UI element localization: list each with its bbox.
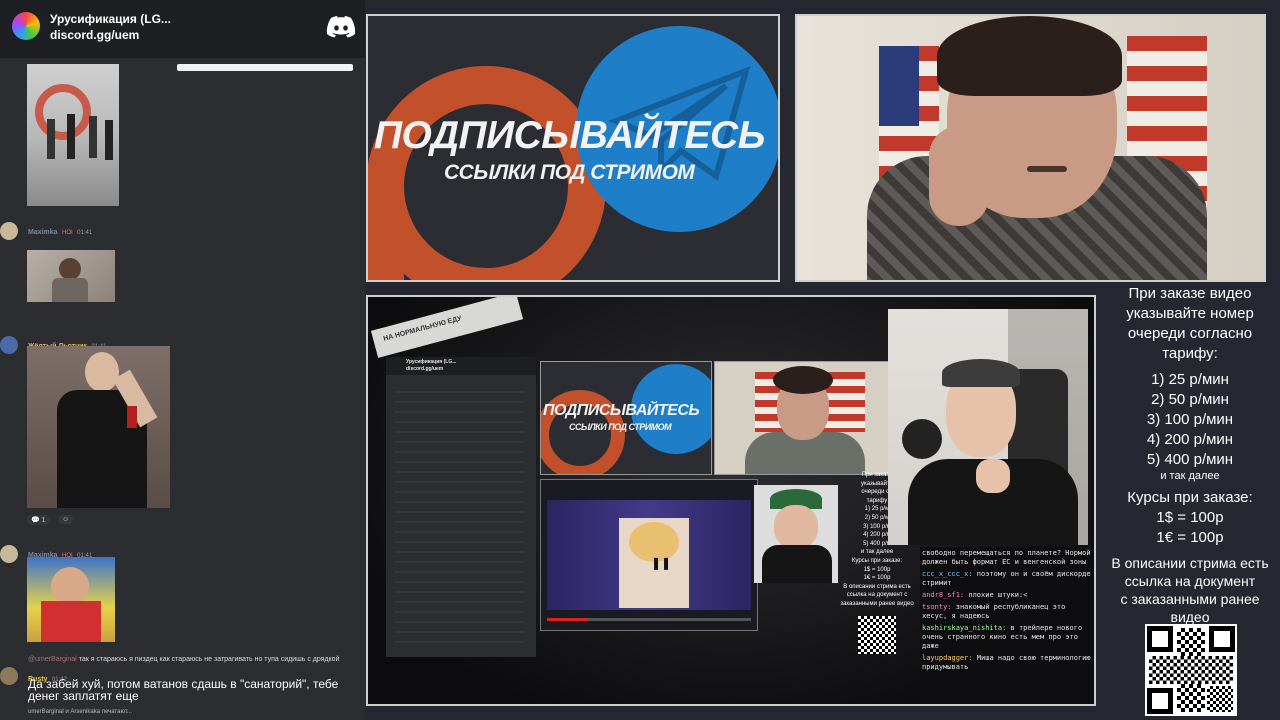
- message-image-dancers[interactable]: [27, 64, 119, 206]
- promo-title: ПОДПИСЫВАЙТЕСЬ: [374, 114, 765, 157]
- stream-chat: свободно перемещаться по планете? Нормой…: [920, 547, 1094, 704]
- tariff-item: 4) 200 р/мин: [1146, 431, 1234, 448]
- tariff-item: 5) 400 р/мин: [1146, 451, 1234, 468]
- desc-line: ссылка на документ: [1124, 573, 1256, 589]
- nested-promo: ПОДПИСЫВАЙТЕСЬ ССЫЛКИ ПОД СТРИМОМ: [540, 361, 712, 475]
- nested-promo-title: ПОДПИСЫВАЙТЕСЬ: [543, 402, 700, 419]
- message-image-man[interactable]: [27, 346, 170, 508]
- discord-panel: Урусификация (LG... discord.gg/uem Maxim…: [0, 0, 365, 720]
- nested-webcam: [714, 361, 890, 475]
- chat-message: andr8_sf1: плохие штуки:<: [922, 591, 1028, 599]
- avatar[interactable]: [0, 336, 18, 354]
- nested-server-link: discord.gg/uem: [406, 366, 444, 372]
- info-line: тарифу:: [1162, 345, 1218, 362]
- server-name: Урусификация (LG...: [50, 12, 171, 26]
- reply-text: так я стараюсь я пиздец как стараюсь не …: [78, 656, 340, 663]
- info-line: При заказе видео: [1128, 285, 1252, 302]
- nested-streamer-cam: [754, 485, 838, 583]
- stream-capture: НА НОРМАЛЬНУЮ ЕДУ Урусификация (LG... di…: [366, 295, 1096, 706]
- promo-banner: ПОДПИСЫВАЙТЕСЬ ССЫЛКИ ПОД СТРИМОМ: [366, 14, 780, 282]
- reply-user: @umerBarginal: [28, 656, 77, 663]
- message-text: Да забей хуй, потом ватанов сдашь в "сан…: [28, 677, 339, 703]
- info-line: очереди согласно: [1127, 325, 1253, 342]
- discord-icon: [326, 16, 356, 38]
- chat-message: tsonty: знакомый республиканец это хесус…: [922, 603, 1066, 620]
- avatar[interactable]: [0, 222, 18, 240]
- reaction-count: 1: [41, 517, 46, 524]
- rates-title: Курсы при заказе:: [1127, 489, 1253, 506]
- pause-icon[interactable]: ❚❚: [651, 556, 671, 570]
- server-header[interactable]: Урусификация (LG... discord.gg/uem: [0, 0, 365, 58]
- chat-message: layupdagger: Миша надо свою терминологию…: [922, 654, 1091, 671]
- tariff-item: 2) 50 р/мин: [1151, 391, 1229, 408]
- reaction-button[interactable]: 💬 1: [27, 515, 50, 525]
- order-info: При заказе видео указывайте номер очеред…: [1100, 284, 1280, 626]
- chat-message: свободно перемещаться по планете? Нормой…: [922, 549, 1091, 566]
- overlay-bar: [177, 64, 353, 71]
- nested-promo-subtitle: ССЫЛКИ ПОД СТРИМОМ: [569, 422, 672, 432]
- nested-discord: Урусификация (LG... discord.gg/uem: [386, 357, 536, 657]
- reply-preview[interactable]: @umerBarginal так я стараюсь я пиздец ка…: [28, 656, 339, 663]
- tariff-etc: и так далее: [1160, 470, 1220, 482]
- message-image-flag[interactable]: [27, 557, 115, 642]
- nested-qr-code: [858, 616, 896, 654]
- nested-server-name: Урусификация (LG...: [406, 359, 457, 365]
- chat-message: ccc_x_ccc_x: поэтому он и своём дискорде…: [922, 570, 1091, 587]
- tariff-item: 1) 25 р/мин: [1151, 371, 1229, 388]
- rate-line: 1€ = 100р: [1156, 529, 1224, 546]
- hair: [937, 16, 1122, 96]
- qr-code[interactable]: [1145, 624, 1237, 716]
- server-avatar: [12, 12, 40, 40]
- chat-message: kashirskaya_nishita: в трейлере нового о…: [922, 624, 1083, 650]
- microphone-icon: [902, 419, 942, 459]
- avatar[interactable]: [0, 667, 18, 685]
- rate-line: 1$ = 100р: [1156, 509, 1224, 526]
- desc-line: с заказанными ранее: [1120, 591, 1260, 607]
- username[interactable]: Maximka: [28, 229, 58, 236]
- webcam-feed: [795, 14, 1266, 282]
- desc-line: В описании стрима есть: [1111, 555, 1269, 571]
- message-image-person[interactable]: [27, 250, 115, 302]
- tariff-item: 3) 100 р/мин: [1146, 411, 1234, 428]
- info-line: указывайте номер: [1126, 305, 1254, 322]
- avatar[interactable]: [0, 545, 18, 563]
- nested-video-player[interactable]: ❚❚: [540, 479, 758, 631]
- user-badge: HOI: [62, 230, 73, 236]
- add-reaction-button[interactable]: ☺: [58, 515, 74, 524]
- server-link[interactable]: discord.gg/uem: [50, 28, 139, 42]
- promo-subtitle: ССЫЛКИ ПОД СТРИМОМ: [444, 161, 695, 184]
- message-header: Maximka HOI 01:41: [28, 221, 92, 239]
- timestamp: 01:41: [77, 230, 93, 236]
- typing-indicator: umerBarginal и Arsenikaka печатают...: [28, 709, 132, 715]
- facecam: [888, 309, 1088, 545]
